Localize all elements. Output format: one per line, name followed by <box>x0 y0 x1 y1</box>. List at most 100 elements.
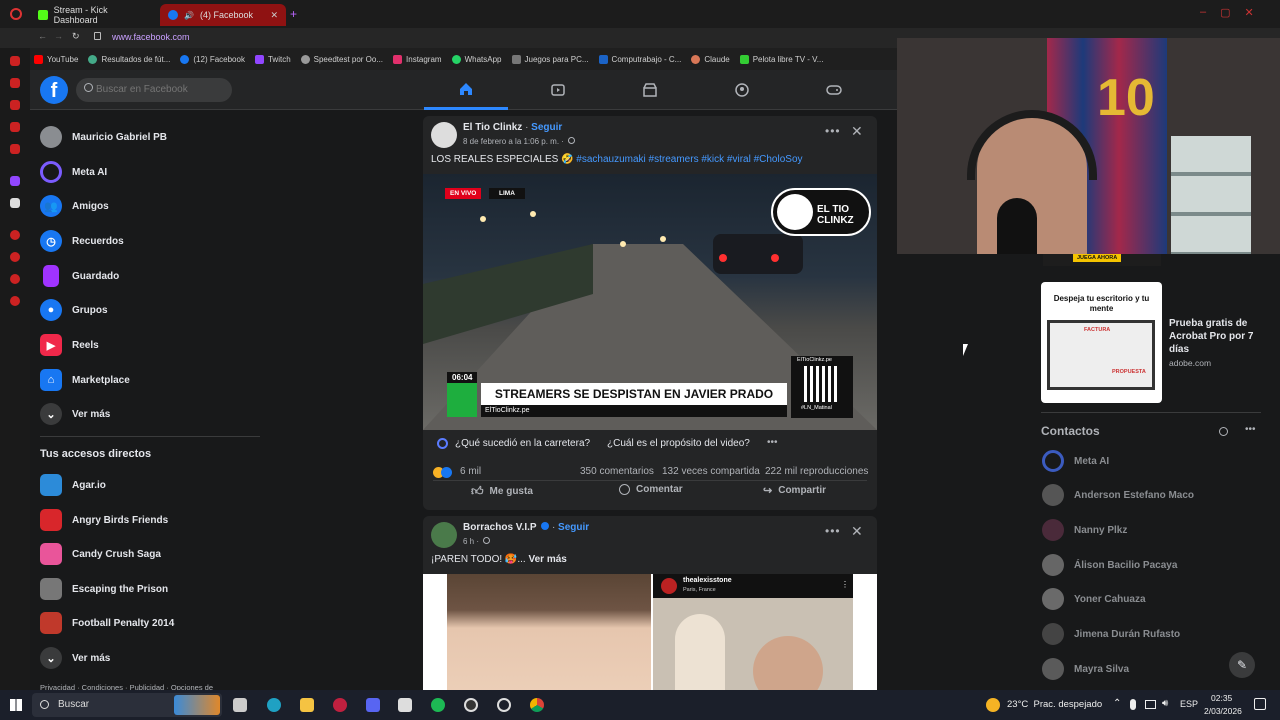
post-video[interactable]: EN VIVO LIMA EL TIO CLINKZ 06:04 STREAME… <box>423 174 877 430</box>
ad-domain[interactable]: adobe.com <box>1169 358 1211 368</box>
windows-start-icon[interactable] <box>10 699 22 711</box>
sidebar-item-meta-ai[interactable]: Meta AI <box>40 157 107 187</box>
language-indicator[interactable]: ESP <box>1180 699 1198 709</box>
sidebar-icon-1[interactable] <box>10 56 20 66</box>
new-message-button[interactable]: ✎ <box>1229 652 1255 678</box>
bookmark-juegos[interactable]: Juegos para PC... <box>511 54 589 64</box>
tab-kick-dashboard[interactable]: Stream - Kick Dashboard <box>30 4 158 26</box>
post-author[interactable]: El Tio Clinkz · Seguir <box>463 122 562 133</box>
obs-icon[interactable] <box>464 698 478 712</box>
author-avatar[interactable] <box>431 522 457 548</box>
ai-more-icon[interactable]: ••• <box>767 437 778 448</box>
contacts-options-icon[interactable]: ••• <box>1245 424 1256 435</box>
search-input[interactable] <box>76 78 232 102</box>
taskbar-search[interactable]: Buscar <box>32 693 222 717</box>
sidebar-item-amigos[interactable]: 👥 Amigos <box>40 191 109 221</box>
bookmark-whatsapp[interactable]: WhatsApp <box>451 54 502 64</box>
tab-groups[interactable] <box>700 70 784 110</box>
sidebar-icon-4[interactable] <box>10 122 20 132</box>
url-field[interactable]: www.facebook.com <box>112 32 190 42</box>
new-tab-button[interactable]: + <box>290 7 297 21</box>
bookmark-claude[interactable]: Claude <box>691 54 730 64</box>
author-avatar[interactable] <box>431 122 457 148</box>
sidebar-item-profile[interactable]: Mauricio Gabriel PB <box>40 122 167 152</box>
see-more-link[interactable]: Ver más <box>528 554 566 565</box>
tab-video[interactable] <box>516 70 600 110</box>
reload-icon[interactable]: ↻ <box>72 31 80 42</box>
contact-item[interactable]: Jimena Durán Rufasto <box>1042 623 1180 645</box>
task-view-icon[interactable] <box>233 698 247 712</box>
sidebar-icon-8[interactable] <box>10 230 20 240</box>
post-options-icon[interactable]: ••• <box>825 124 841 138</box>
tab-home[interactable] <box>424 70 508 110</box>
close-tab-icon[interactable]: ✕ <box>270 10 278 21</box>
window-controls[interactable]: – ▢ ✕ <box>1200 6 1272 20</box>
share-count[interactable]: 132 veces compartida <box>662 466 760 477</box>
tab-gaming[interactable] <box>792 70 876 110</box>
sidebar-item-guardado[interactable]: Guardado <box>40 261 119 291</box>
close-window-icon[interactable]: ✕ <box>1245 6 1254 20</box>
forward-icon[interactable]: → <box>54 31 63 41</box>
volume-icon[interactable]: 🔊︎ <box>1162 698 1168 709</box>
ad-image[interactable]: Despeja tu escritorio y tu mente FACTURA… <box>1041 282 1162 403</box>
notification-icon[interactable] <box>1254 698 1266 710</box>
browser-menu-icon[interactable] <box>10 8 22 20</box>
settings-gear-icon[interactable] <box>497 698 511 712</box>
edge-icon[interactable] <box>267 698 281 712</box>
ad-title[interactable]: Prueba gratis de Acrobat Pro por 7 días <box>1169 317 1265 356</box>
sidebar-icon-2[interactable] <box>10 78 20 88</box>
bookmark-futbol[interactable]: Resultados de fút... <box>88 54 170 64</box>
sidebar-item-ver-mas[interactable]: ⌄ Ver más <box>40 399 110 429</box>
tab-marketplace[interactable] <box>608 70 692 110</box>
minimize-icon[interactable]: – <box>1200 6 1206 20</box>
post-image[interactable]: thealexisstone Paris, France ⋮ <box>423 574 877 690</box>
ai-question-2[interactable]: ¿Cuál es el propósito del video? <box>607 438 750 449</box>
sidebar-icon-5[interactable] <box>10 144 20 154</box>
sidebar-icon-9[interactable] <box>10 252 20 262</box>
contact-item[interactable]: Anderson Estefano Maco <box>1042 484 1194 506</box>
bookmark-speedtest[interactable]: Speedtest por Oo... <box>300 54 383 64</box>
spotify-icon[interactable] <box>431 698 445 712</box>
microphone-icon[interactable] <box>1130 699 1136 710</box>
bookmark-instagram[interactable]: Instagram <box>393 54 442 64</box>
shortcut-agar-io[interactable]: Agar.io <box>40 470 106 500</box>
twitch-icon[interactable] <box>10 176 20 186</box>
close-icon[interactable]: ✕ <box>851 123 863 140</box>
network-icon[interactable] <box>1145 700 1156 709</box>
sidebar-item-recuerdos[interactable]: ◷ Recuerdos <box>40 226 124 256</box>
shortcut-football-penalty[interactable]: Football Penalty 2014 <box>40 608 174 638</box>
ad-banner[interactable]: JUEGA AHORA <box>1043 254 1161 266</box>
chevron-up-icon[interactable]: ⌃ <box>1113 698 1121 709</box>
bookmark-youtube[interactable]: YouTube <box>34 54 78 64</box>
comment-count[interactable]: 350 comentarios <box>580 466 654 477</box>
contact-item[interactable]: Nanny Plkz <box>1042 519 1127 541</box>
sidebar-item-reels[interactable]: ▶ Reels <box>40 330 99 360</box>
bookmark-pelota-libre[interactable]: Pelota libre TV - V... <box>739 54 823 64</box>
bookmark-facebook[interactable]: (12) Facebook <box>180 54 245 64</box>
follow-button[interactable]: Seguir <box>531 122 562 133</box>
ai-question-1[interactable]: ¿Qué sucedió en la carretera? <box>455 438 590 449</box>
store-icon[interactable] <box>398 698 412 712</box>
reaction-count[interactable]: 6 mil <box>460 466 481 477</box>
shortcut-ver-mas[interactable]: ⌄ Ver más <box>40 643 110 673</box>
shortcut-angry-birds[interactable]: Angry Birds Friends <box>40 505 168 535</box>
contact-item[interactable]: Álison Bacilio Pacaya <box>1042 554 1177 576</box>
contact-item[interactable]: Meta AI <box>1042 450 1109 472</box>
search-contacts-icon[interactable] <box>1219 427 1228 436</box>
comment-button[interactable]: Comentar <box>619 484 683 495</box>
sidebar-icon-10[interactable] <box>10 274 20 284</box>
discord-icon[interactable] <box>366 698 380 712</box>
follow-button[interactable]: Seguir <box>558 522 589 533</box>
facebook-logo-icon[interactable]: f <box>40 76 68 104</box>
post-options-icon[interactable]: ••• <box>825 524 841 538</box>
bookmark-twitch[interactable]: Twitch <box>254 54 291 64</box>
sidebar-icon-11[interactable] <box>10 296 20 306</box>
post-author[interactable]: Borrachos V.I.P · Seguir <box>463 522 589 533</box>
opera-gx-icon[interactable] <box>333 698 347 712</box>
sidebar-item-marketplace[interactable]: ⌂ Marketplace <box>40 365 130 395</box>
bookmark-computrabajo[interactable]: Computrabajo - C... <box>598 54 681 64</box>
back-icon[interactable]: ← <box>38 31 47 41</box>
shortcut-escaping-prison[interactable]: Escaping the Prison <box>40 574 168 604</box>
sidebar-icon-3[interactable] <box>10 100 20 110</box>
chrome-icon[interactable] <box>530 698 544 712</box>
